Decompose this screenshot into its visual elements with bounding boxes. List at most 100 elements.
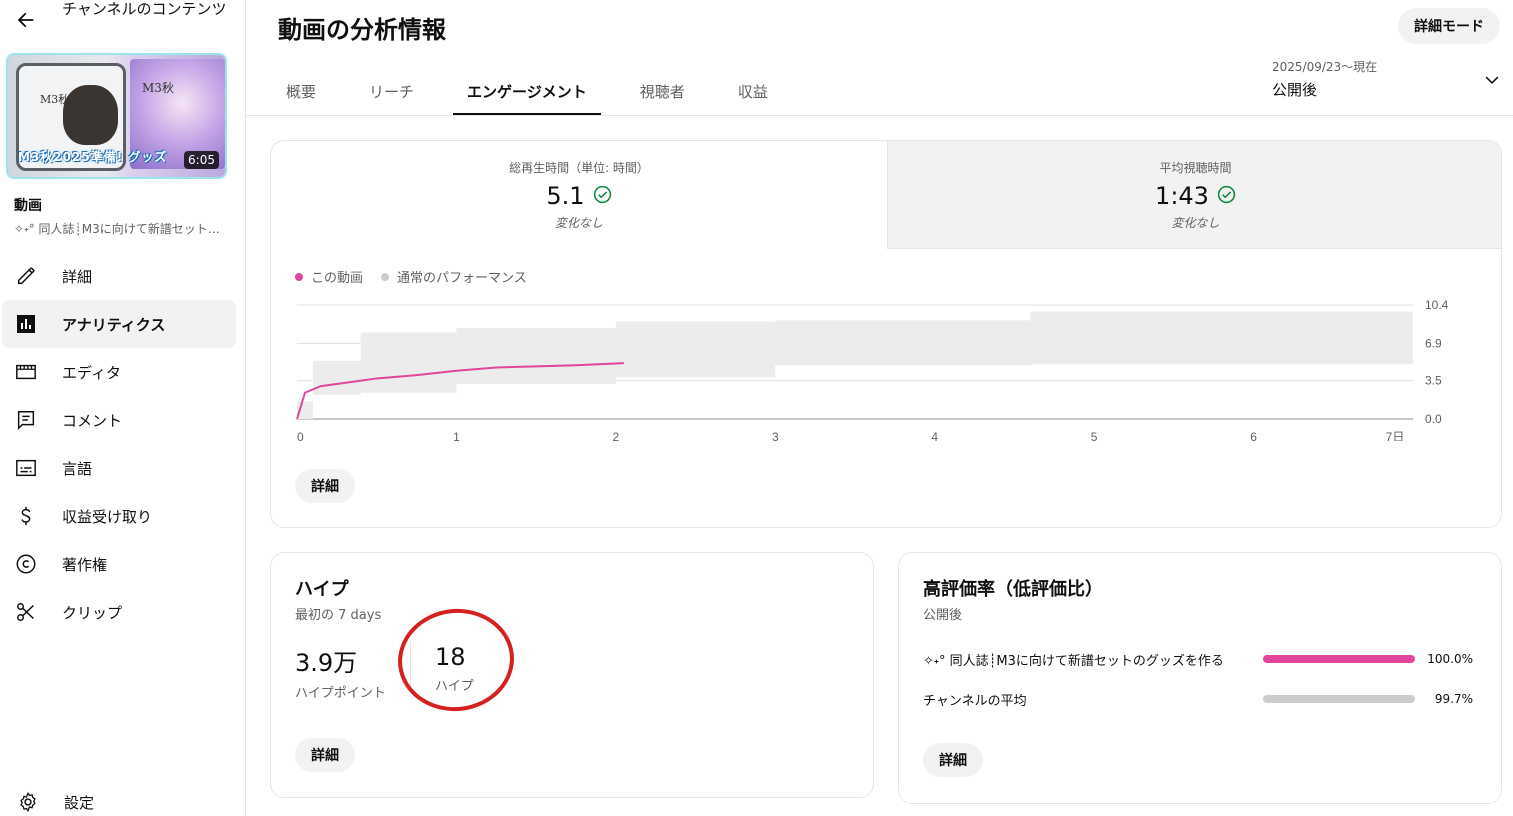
video-duration-badge: 6:05	[184, 151, 219, 169]
analytics-icon	[14, 312, 38, 336]
like-ratio-row-label: チャンネルの平均	[923, 693, 1027, 709]
x-tick-label: 1	[453, 430, 460, 441]
tab-overview[interactable]: 概要	[272, 66, 330, 116]
typical-performance-band	[297, 309, 1413, 419]
metric-value: 5.1	[546, 182, 585, 210]
copyright-icon	[14, 552, 38, 576]
x-tick-label: 3	[772, 430, 779, 441]
y-tick-label: 6.9	[1425, 336, 1442, 350]
tab-audience[interactable]: 視聴者	[626, 66, 699, 116]
hype-points-value: 3.9万	[295, 649, 358, 677]
detail-mode-button[interactable]: 詳細モード	[1398, 8, 1500, 44]
sidebar-item-label: クリップ	[62, 603, 123, 622]
thumbnail-banner-text: M3秋2025準備! グッズ	[18, 150, 168, 164]
like-ratio-card: 高評価率（低評価比） 公開後 ✧˖° 同人誌┊M3に向けて新譜セットのグッズを作…	[898, 552, 1502, 804]
header-divider	[246, 115, 1513, 116]
y-tick-label: 3.5	[1425, 374, 1442, 388]
x-tick-label: 0	[297, 430, 304, 441]
hype-points-stat: 3.9万 ハイプポイント	[295, 643, 386, 701]
sidebar-item-label: 設定	[64, 793, 95, 812]
sidebar-item-label: エディタ	[62, 363, 121, 382]
channel-content-title: チャンネルのコンテンツ	[62, 0, 227, 18]
sidebar-item-editor[interactable]: エディタ	[2, 348, 236, 396]
dollar-icon	[14, 504, 38, 528]
metric-label: 総再生時間（単位: 時間）	[509, 161, 649, 175]
x-tick-label: 6	[1250, 430, 1257, 441]
sidebar-nav: 詳細 アナリティクス エディタ コメント 言語 収益受け取り 著作権 クリップ	[0, 252, 246, 636]
legend-dot	[295, 272, 303, 281]
watch-time-chart[interactable]: 0.0 3.5 6.9 10.4 0 1 2 3 4 5 6 7日	[271, 291, 1502, 441]
legend-item-typical: 通常のパフォーマンス	[381, 267, 527, 286]
sidebar-item-label: 収益受け取り	[62, 507, 153, 526]
video-title: ✧˖° 同人誌┊M3に向けて新譜セットのグッズを作る	[14, 222, 229, 236]
metric-change: 変化なし	[554, 216, 603, 230]
page-title: 動画の分析情報	[278, 16, 446, 44]
chart-detail-button[interactable]: 詳細	[295, 469, 355, 503]
subtitles-icon	[14, 456, 38, 480]
tab-revenue[interactable]: 収益	[724, 66, 782, 116]
metric-value-row: 5.1	[546, 182, 611, 210]
like-ratio-bar-track	[1263, 695, 1415, 703]
hype-points-label: ハイプポイント	[295, 686, 386, 701]
sidebar-item-label: 詳細	[62, 267, 93, 286]
back-row: チャンネルのコンテンツ	[0, 0, 246, 48]
video-label: 動画	[14, 198, 42, 214]
sidebar-item-clips[interactable]: クリップ	[2, 588, 236, 636]
x-tick-label: 5	[1091, 430, 1098, 441]
sidebar-item-analytics[interactable]: アナリティクス	[2, 300, 236, 348]
chart-legend: この動画 通常のパフォーマンス	[295, 267, 527, 286]
scissors-icon	[14, 600, 38, 624]
red-annotation-circle	[392, 603, 520, 717]
like-ratio-bar-track	[1263, 655, 1415, 663]
editor-icon	[14, 360, 38, 384]
chevron-down-icon	[1482, 70, 1502, 94]
sidebar-item-languages[interactable]: 言語	[2, 444, 236, 492]
tab-engagement[interactable]: エンゲージメント	[453, 66, 601, 116]
legend-item-this-video: この動画	[295, 267, 363, 286]
sidebar-item-comments[interactable]: コメント	[2, 396, 236, 444]
y-tick-label: 0.0	[1425, 412, 1442, 426]
x-tick-label: 7日	[1386, 430, 1405, 441]
sidebar-item-label: アナリティクス	[62, 315, 166, 334]
thumbnail-m3-left-text: M3秋	[40, 93, 70, 106]
metric-label: 平均視聴時間	[1159, 161, 1232, 175]
metric-watch-time[interactable]: 総再生時間（単位: 時間） 5.1 変化なし	[271, 141, 887, 249]
back-arrow-icon[interactable]	[12, 6, 40, 34]
like-ratio-row-value: 100.0%	[1427, 652, 1473, 666]
metric-change: 変化なし	[1171, 216, 1220, 230]
check-circle-icon	[593, 182, 612, 210]
y-tick-label: 10.4	[1425, 298, 1449, 312]
engagement-chart-card: 総再生時間（単位: 時間） 5.1 変化なし 平均視聴時間 1:43 変化なし	[270, 140, 1502, 528]
sidebar-item-label: 著作権	[62, 555, 108, 574]
hype-title: ハイプ	[295, 579, 349, 600]
gear-icon	[16, 790, 40, 814]
tab-reach[interactable]: リーチ	[355, 66, 428, 116]
video-thumbnail[interactable]: M3秋 M3秋 M3秋2025準備! グッズ 6:05	[6, 53, 227, 179]
like-ratio-row-video: ✧˖° 同人誌┊M3に向けて新譜セットのグッズを作る 100.0%	[923, 649, 1483, 669]
like-ratio-row-label: ✧˖° 同人誌┊M3に向けて新譜セットのグッズを作る	[923, 653, 1224, 669]
sidebar-item-details[interactable]: 詳細	[2, 252, 236, 300]
sidebar: チャンネルのコンテンツ M3秋 M3秋 M3秋2025準備! グッズ 6:05 …	[0, 0, 246, 816]
thumbnail-m3-right-text: M3秋	[142, 81, 174, 95]
legend-label: 通常のパフォーマンス	[397, 271, 527, 286]
hype-detail-button[interactable]: 詳細	[295, 738, 355, 772]
date-range-text: 2025/09/23〜現在	[1272, 60, 1378, 74]
thumbnail-hand-image	[63, 85, 118, 145]
date-period-text: 公開後	[1272, 81, 1318, 99]
like-ratio-row-value: 99.7%	[1434, 692, 1473, 706]
sidebar-item-copyright[interactable]: 著作権	[2, 540, 236, 588]
metric-avg-view-duration[interactable]: 平均視聴時間 1:43 変化なし	[887, 141, 1501, 249]
sidebar-item-settings[interactable]: 設定	[4, 778, 238, 816]
pencil-icon	[14, 264, 38, 288]
sidebar-item-label: 言語	[62, 459, 93, 478]
like-ratio-detail-button[interactable]: 詳細	[923, 743, 983, 777]
check-circle-icon	[1217, 182, 1236, 210]
like-ratio-bar-fill	[1263, 655, 1415, 663]
main-content: 動画の分析情報 詳細モード 概要 リーチ エンゲージメント 視聴者 収益 202…	[246, 0, 1513, 816]
date-range-selector[interactable]: 2025/09/23〜現在 公開後	[1272, 58, 1502, 102]
sidebar-item-monetization[interactable]: 収益受け取り	[2, 492, 236, 540]
tab-bar: 概要 リーチ エンゲージメント 視聴者 収益	[272, 66, 807, 116]
hype-subtitle: 最初の 7 days	[295, 608, 382, 623]
sidebar-item-label: コメント	[62, 411, 123, 430]
like-ratio-row-channel-average: チャンネルの平均 99.7%	[923, 689, 1483, 709]
